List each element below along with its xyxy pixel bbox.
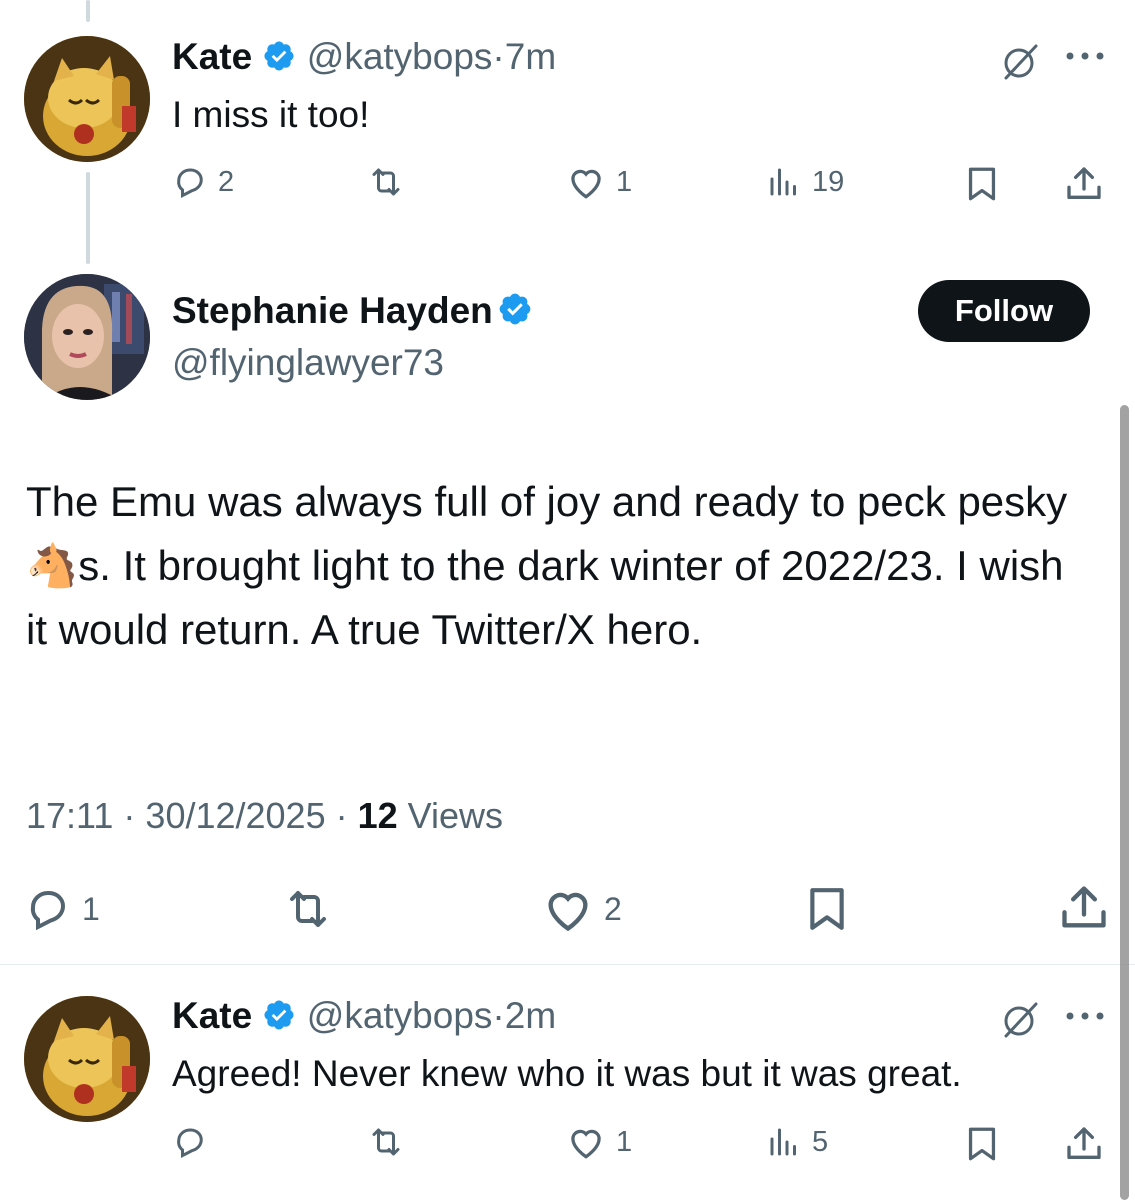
tweet-time[interactable]: 17:11 [26, 795, 113, 836]
reply-button[interactable]: 2 [172, 164, 234, 200]
person-avatar-icon [24, 274, 150, 400]
verified-badge-icon [499, 293, 531, 325]
bookmark-button[interactable] [964, 164, 1000, 204]
grok-icon[interactable] [1000, 1000, 1040, 1045]
share-icon [1067, 1127, 1101, 1159]
views-icon [770, 1128, 796, 1156]
timestamp[interactable]: 7m [505, 36, 556, 77]
repost-button[interactable] [366, 164, 416, 200]
reply-icon [30, 891, 66, 931]
avatar[interactable] [24, 36, 150, 162]
share-button[interactable] [1058, 882, 1110, 934]
repost-button[interactable] [282, 885, 344, 933]
reply-button[interactable] [172, 1124, 218, 1160]
divider [0, 964, 1135, 965]
thread-line-mid [86, 172, 90, 264]
reply-count: 1 [82, 890, 100, 927]
repost-icon [372, 1128, 400, 1156]
repost-button[interactable] [366, 1124, 416, 1160]
author-handle[interactable]: @flyinglawyer73 [172, 342, 444, 384]
reply-icon [177, 168, 203, 198]
author-name[interactable]: Stephanie Hayden [172, 290, 493, 331]
scrollbar[interactable] [1120, 405, 1129, 1200]
repost-icon [290, 891, 326, 927]
bookmark-button[interactable] [804, 882, 850, 936]
repost-icon [372, 168, 400, 196]
lucky-cat-avatar-icon [24, 36, 150, 162]
views-button[interactable]: 5 [766, 1124, 828, 1160]
like-icon [548, 892, 588, 932]
reply-icon [177, 1128, 203, 1158]
thread-line-top [86, 0, 90, 22]
like-count: 1 [616, 1125, 633, 1158]
verified-badge-icon [264, 1000, 295, 1030]
follow-button[interactable]: Follow [918, 280, 1090, 342]
tweet-text-part-1: The Emu was always full of joy and ready… [26, 478, 1068, 525]
share-button[interactable] [1064, 1124, 1104, 1164]
views-count: 5 [812, 1125, 829, 1158]
views-icon [770, 168, 796, 196]
bookmark-icon [968, 167, 996, 201]
bookmark-icon [968, 1127, 996, 1161]
horse-emoji-icon: 🐴 [26, 542, 79, 589]
reply-button[interactable]: 1 [24, 885, 100, 933]
tweet-text: Agreed! Never knew who it was but it was… [172, 1053, 962, 1094]
tweet-date[interactable]: 30/12/2025 [145, 795, 325, 836]
views-count: 12 [357, 795, 398, 836]
separator-dot: · [492, 995, 505, 1036]
like-button[interactable]: 2 [542, 885, 622, 933]
author-handle[interactable]: @katybops [307, 995, 493, 1036]
grok-icon[interactable] [1000, 42, 1040, 87]
avatar[interactable] [24, 274, 150, 400]
timestamp[interactable]: 2m [505, 995, 556, 1036]
views-count: 19 [812, 165, 845, 198]
more-icon[interactable] [1064, 48, 1106, 69]
author-name[interactable]: Kate [172, 995, 252, 1036]
share-icon [1067, 167, 1101, 199]
reply-count: 2 [218, 165, 235, 198]
tweet-text: The Emu was always full of joy and ready… [26, 470, 1086, 662]
more-icon[interactable] [1064, 1008, 1106, 1029]
like-icon [571, 169, 601, 199]
views-button[interactable]: 19 [766, 164, 844, 200]
avatar[interactable] [24, 996, 150, 1122]
share-button[interactable] [1064, 164, 1104, 204]
like-button[interactable]: 1 [566, 164, 632, 200]
author-name[interactable]: Kate [172, 36, 252, 77]
like-icon [571, 1129, 601, 1159]
lucky-cat-avatar-icon [24, 996, 150, 1122]
verified-badge-icon [264, 41, 295, 71]
like-button[interactable]: 1 [566, 1124, 632, 1160]
author-handle[interactable]: @katybops [307, 36, 493, 77]
like-count: 1 [616, 165, 633, 198]
tweet-text: I miss it too! [172, 94, 370, 135]
tweet-meta: 17:11 · 30/12/2025 · 12 Views [26, 795, 504, 836]
tweet-text-part-2: s. It brought light to the dark winter o… [26, 542, 1064, 653]
bookmark-button[interactable] [964, 1124, 1000, 1164]
views-label: Views [407, 795, 504, 836]
bookmark-icon [810, 888, 844, 930]
like-count: 2 [604, 890, 622, 927]
separator-dot: · [492, 36, 505, 77]
share-icon [1062, 886, 1106, 928]
